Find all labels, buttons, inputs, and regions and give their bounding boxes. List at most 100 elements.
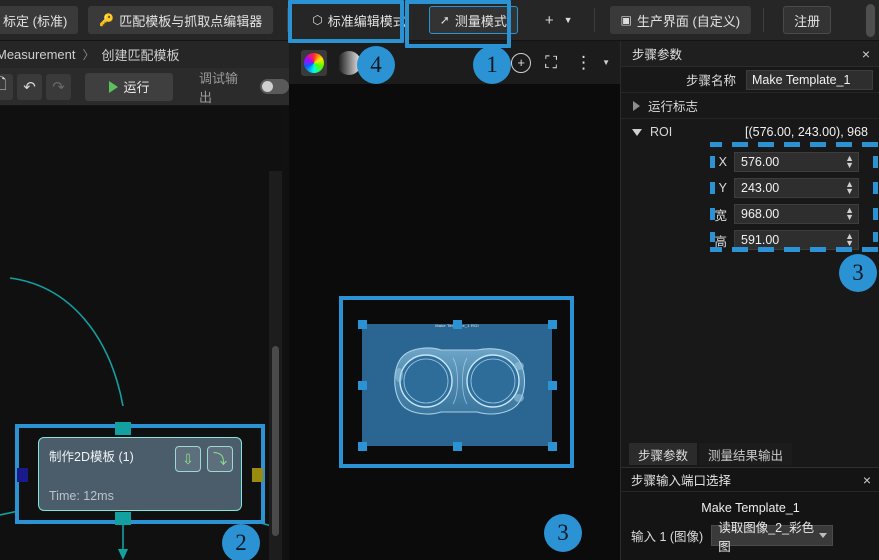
window-icon: ▣ (620, 13, 632, 27)
roi-label-text: ROI (650, 125, 673, 139)
debug-output-toggle[interactable] (260, 79, 289, 94)
step-params-header: 步骤参数 × (621, 41, 879, 67)
close-icon-bottom[interactable]: × (863, 472, 871, 488)
tab-measure-result-output[interactable]: 测量结果输出 (699, 443, 793, 465)
play-icon (108, 80, 118, 93)
roi-x-input[interactable]: 576.00 ▲ ▼ (734, 152, 859, 172)
spinner-arrows-y[interactable]: ▲ ▼ (845, 180, 854, 196)
plus-icon: + (544, 11, 554, 29)
right-panel: 步骤参数 × 步骤名称 Make Template_1 运行标志 ROI [(5… (620, 41, 879, 560)
annotation-badge-2: 2 (222, 524, 260, 560)
chevron-double-down-icon[interactable]: ⇩ (175, 446, 201, 472)
spinner-arrows-x[interactable]: ▲ ▼ (845, 154, 854, 170)
left-scrollbar-thumb[interactable] (272, 346, 279, 536)
node-port-right[interactable] (252, 468, 263, 482)
download-arrow-icon[interactable]: ⤵ (207, 446, 233, 472)
spinner-arrows-h[interactable]: ▲ ▼ (845, 232, 854, 248)
step-name-label: 步骤名称 (685, 74, 736, 88)
annotation-badge-3-panel: 3 (839, 254, 877, 292)
roi-height-input[interactable]: 591.00 ▲ ▼ (734, 230, 859, 250)
step-input-port-title: 步骤输入端口选择 (631, 474, 732, 488)
roi-handle-ne[interactable] (548, 320, 557, 329)
close-icon[interactable]: × (862, 46, 870, 62)
step-input-step-name: Make Template_1 (701, 501, 800, 515)
color-wheel-glyph (304, 52, 324, 73)
new-file-icon[interactable]: 🗋 (0, 73, 14, 100)
roi-width-value: 968.00 (741, 207, 780, 221)
badge-4-label: 4 (370, 52, 382, 77)
toolbar-button-standard-edit-mode[interactable]: ⬡ 标准编辑模式 (301, 6, 417, 34)
node-graph-canvas[interactable]: 制作2D模板 (1) Time: 12ms ⇩ ⤵ 2 (0, 106, 282, 560)
roi-handle-w[interactable] (358, 381, 367, 390)
roi-handle-sw[interactable] (358, 442, 367, 451)
node-port-top[interactable] (115, 422, 131, 435)
roi-handle-nw[interactable] (358, 320, 367, 329)
toolbar-button-template-editor[interactable]: 🔑 匹配模板与抓取点编辑器 (88, 6, 274, 34)
right-panel-tabs: 步骤参数 测量结果输出 (621, 441, 879, 465)
node-port-bottom[interactable] (115, 512, 131, 525)
toolbar-divider-3 (763, 8, 765, 32)
key-icon: 🔑 (99, 13, 115, 27)
input-1-value: 读取图像_2_彩色图 (718, 520, 815, 554)
measure-mode-label: 测量模式 (454, 13, 507, 29)
toolbar-divider-2 (593, 8, 595, 32)
input-1-select[interactable]: 读取图像_2_彩色图 (711, 521, 834, 554)
step-params-title: 步骤参数 (632, 48, 683, 62)
roi-summary-value: [(576.00, 243.00), 968 (745, 125, 869, 139)
spinner-arrows-w[interactable]: ▲ ▼ (845, 206, 854, 222)
step-input-port-panel: 步骤输入端口选择 × Make Template_1 输入 1 (图像) 读取图… (621, 467, 879, 560)
node-make-2d-template[interactable]: 制作2D模板 (1) Time: 12ms ⇩ ⤵ (38, 437, 242, 511)
top-toolbar: 标定 (标准) 🔑 匹配模板与抓取点编辑器 ⬡ 标准编辑模式 ➚ 测量模式 + … (0, 0, 879, 41)
roi-handle-e[interactable] (548, 381, 557, 390)
step-input-port-header: 步骤输入端口选择 × (621, 468, 879, 492)
roi-width-input[interactable]: 968.00 ▲ ▼ (734, 204, 859, 224)
breadcrumb-current[interactable]: 创建匹配模板 (102, 45, 180, 64)
roi-height-label: 高 (714, 234, 727, 249)
step-name-input[interactable]: Make Template_1 (746, 69, 873, 90)
tab-step-params[interactable]: 步骤参数 (629, 443, 698, 465)
debug-output-label: 调试输出 (199, 70, 239, 105)
roi-handle-se[interactable] (548, 442, 557, 451)
toolbar-button-measure-mode[interactable]: ➚ 测量模式 (428, 6, 518, 34)
vertical-scrollbar-thumb[interactable] (866, 4, 875, 37)
zoom-in-button[interactable]: + (511, 52, 532, 73)
template-editor-label: 匹配模板与抓取点编辑器 (119, 13, 263, 29)
roi-y-value: 243.00 (741, 181, 780, 195)
kebab-menu-icon[interactable]: ⋮ (575, 54, 592, 72)
toolbar-add-button[interactable]: + ▼ (534, 6, 584, 34)
production-ui-label: 生产界面 (自定义) (636, 13, 741, 29)
node-action-buttons: ⇩ ⤵ (175, 446, 233, 472)
color-wheel-icon[interactable] (301, 49, 327, 76)
row-run-flag[interactable]: 运行标志 (621, 93, 879, 119)
roi-fields-group: X 576.00 ▲ ▼ Y 243.00 ▲ ▼ 宽 968.00 ▲ ▼ 高… (621, 142, 879, 253)
node-port-left[interactable] (17, 468, 28, 482)
image-canvas[interactable]: Make Template_1 ROI (289, 84, 620, 560)
row-roi[interactable]: ROI [(576.00, 243.00), 968 (621, 119, 879, 145)
toolbar-button-register[interactable]: 注册 (783, 6, 832, 34)
run-button[interactable]: 运行 (85, 72, 174, 101)
breadcrumb-root[interactable]: Measurement (0, 47, 75, 62)
toolbar-button-calibration[interactable]: 标定 (标准) (0, 6, 79, 34)
chevron-right-icon[interactable] (633, 100, 640, 111)
step-input-row: 输入 1 (图像) 读取图像_2_彩色图 (621, 521, 879, 554)
badge-3-canvas-label: 3 (557, 520, 569, 545)
node-execution-time: Time: 12ms (49, 489, 114, 503)
undo-icon[interactable]: ↶ (17, 73, 43, 100)
row-step-name: 步骤名称 Make Template_1 (621, 67, 879, 93)
chevron-down-icon-combo (819, 533, 828, 538)
kebab-chevron-icon[interactable]: ▼ (602, 58, 610, 67)
roi-x-value: 576.00 (741, 155, 780, 169)
left-sub-toolbar: 🗋 ↶ ↷ 运行 调试输出 (0, 68, 289, 106)
chevron-down-expanded-icon[interactable] (632, 128, 642, 136)
chevron-down-icon[interactable]: ▼ (564, 15, 573, 25)
redo-icon[interactable]: ↷ (46, 73, 72, 100)
roi-handle-n[interactable] (453, 320, 462, 329)
image-viewer-panel: − + ⛶ ⋮ ▼ Make Template_1 ROI (289, 41, 620, 560)
toolbar-button-production-ui[interactable]: ▣ 生产界面 (自定义) (609, 6, 752, 34)
toolbar-divider-1 (287, 8, 289, 32)
run-label: 运行 (123, 80, 150, 95)
roi-y-input[interactable]: 243.00 ▲ ▼ (734, 178, 859, 198)
roi-field-height: 高 591.00 ▲ ▼ (621, 227, 879, 253)
roi-handle-s[interactable] (453, 442, 462, 451)
fit-screen-icon[interactable]: ⛶ (545, 53, 557, 73)
